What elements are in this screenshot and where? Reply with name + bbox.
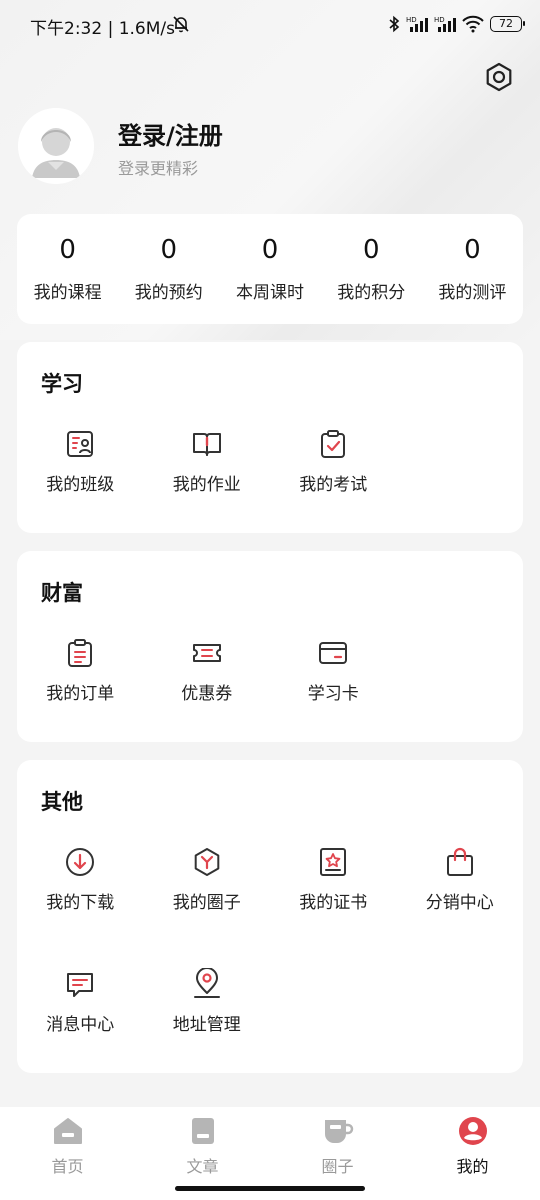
avatar[interactable] — [18, 108, 94, 184]
stat-label: 我的测评 — [438, 283, 507, 303]
settings-icon[interactable] — [482, 60, 516, 94]
class-icon — [67, 431, 94, 457]
login-register-link[interactable]: 登录/注册 — [118, 116, 223, 151]
article-icon — [191, 1118, 214, 1144]
message-icon — [67, 973, 94, 997]
my-class-button[interactable]: 我的班级 — [17, 424, 144, 546]
tab-mine[interactable]: 我的 — [405, 1107, 540, 1200]
order-icon — [68, 639, 93, 667]
stat-label: 我的积分 — [337, 283, 406, 303]
stat-value: 0 — [261, 235, 279, 265]
menu-label: 我的下载 — [46, 893, 115, 913]
home-icon — [53, 1118, 82, 1144]
stat-my-assessments[interactable]: 0 我的测评 — [422, 214, 523, 324]
home-indicator[interactable] — [175, 1186, 365, 1191]
stat-label: 我的课程 — [33, 283, 102, 303]
status-time: 下午2:32 | 1.6M/s — [30, 19, 175, 39]
menu-label: 我的作业 — [172, 475, 241, 495]
message-center-button[interactable]: 消息中心 — [17, 964, 144, 1086]
study-card-button[interactable]: 学习卡 — [270, 633, 397, 755]
homework-icon — [192, 433, 221, 456]
distribution-icon — [446, 847, 473, 876]
wifi-icon — [462, 15, 484, 33]
stat-weekly-hours[interactable]: 0 本周课时 — [219, 214, 320, 324]
address-management-button[interactable]: 地址管理 — [144, 964, 271, 1086]
default-avatar-icon — [18, 108, 94, 184]
menu-label: 学习卡 — [307, 684, 359, 704]
cup-icon — [324, 1120, 353, 1143]
location-icon — [193, 968, 220, 998]
my-certificate-button[interactable]: 我的证书 — [270, 842, 397, 964]
exam-icon — [321, 430, 346, 458]
my-download-button[interactable]: 我的下载 — [17, 842, 144, 964]
tab-label: 首页 — [51, 1157, 84, 1176]
tab-label: 圈子 — [321, 1157, 354, 1176]
menu-label: 我的考试 — [299, 475, 368, 495]
stat-my-courses[interactable]: 0 我的课程 — [17, 214, 118, 324]
profile-icon — [458, 1117, 487, 1145]
status-bar: 下午2:32 | 1.6M/s HD HD 72 — [0, 0, 540, 52]
tab-label: 文章 — [186, 1157, 219, 1176]
circle-icon — [194, 848, 220, 876]
wealth-section: 财富 我的订单 优惠券 学习卡 — [17, 551, 523, 742]
my-homework-button[interactable]: 我的作业 — [144, 424, 271, 546]
other-section: 其他 我的下载 我的圈子 我的证书 分销中心 消息中心 地址管理 — [17, 760, 523, 1073]
study-card-icon — [319, 642, 348, 664]
menu-label: 优惠券 — [181, 684, 233, 704]
svg-text:HD: HD — [406, 16, 417, 24]
stat-label: 本周课时 — [236, 283, 304, 303]
signal-icon: HD — [434, 16, 456, 32]
tab-home[interactable]: 首页 — [0, 1107, 135, 1200]
stat-my-points[interactable]: 0 我的积分 — [321, 214, 422, 324]
svg-text:HD: HD — [434, 16, 445, 24]
certificate-icon — [320, 848, 347, 876]
menu-label: 消息中心 — [46, 1015, 115, 1035]
section-title: 学习 — [41, 372, 83, 396]
menu-label: 我的圈子 — [172, 893, 241, 913]
stat-label: 我的预约 — [134, 283, 203, 303]
signal-icon: HD — [406, 16, 428, 32]
stat-value: 0 — [59, 235, 76, 265]
tab-label: 我的 — [456, 1157, 489, 1176]
my-circle-button[interactable]: 我的圈子 — [144, 842, 271, 964]
bluetooth-icon — [389, 15, 400, 33]
my-exam-button[interactable]: 我的考试 — [270, 424, 397, 546]
mute-bell-icon — [173, 16, 189, 33]
stat-my-appointments[interactable]: 0 我的预约 — [118, 214, 219, 324]
login-subtitle: 登录更精彩 — [118, 159, 199, 178]
section-title: 其他 — [41, 790, 83, 814]
study-section: 学习 我的班级 我的作业 我的考试 — [17, 342, 523, 533]
stat-value: 0 — [362, 235, 380, 265]
menu-label: 我的订单 — [46, 684, 115, 704]
section-title: 财富 — [41, 581, 83, 605]
distribution-center-button[interactable]: 分销中心 — [397, 842, 524, 964]
stat-value: 0 — [464, 235, 481, 265]
menu-label: 分销中心 — [425, 893, 494, 913]
coupon-icon — [192, 644, 221, 662]
menu-label: 我的班级 — [46, 475, 115, 495]
my-order-button[interactable]: 我的订单 — [17, 633, 144, 755]
download-icon — [66, 848, 95, 876]
stats-card: 0 我的课程 0 我的预约 0 本周课时 0 我的积分 0 我的测评 — [17, 214, 523, 324]
menu-label: 地址管理 — [172, 1015, 241, 1035]
menu-label: 我的证书 — [299, 893, 368, 913]
coupon-button[interactable]: 优惠券 — [144, 633, 271, 755]
battery-indicator: 72 — [490, 16, 525, 32]
stat-value: 0 — [160, 235, 178, 265]
